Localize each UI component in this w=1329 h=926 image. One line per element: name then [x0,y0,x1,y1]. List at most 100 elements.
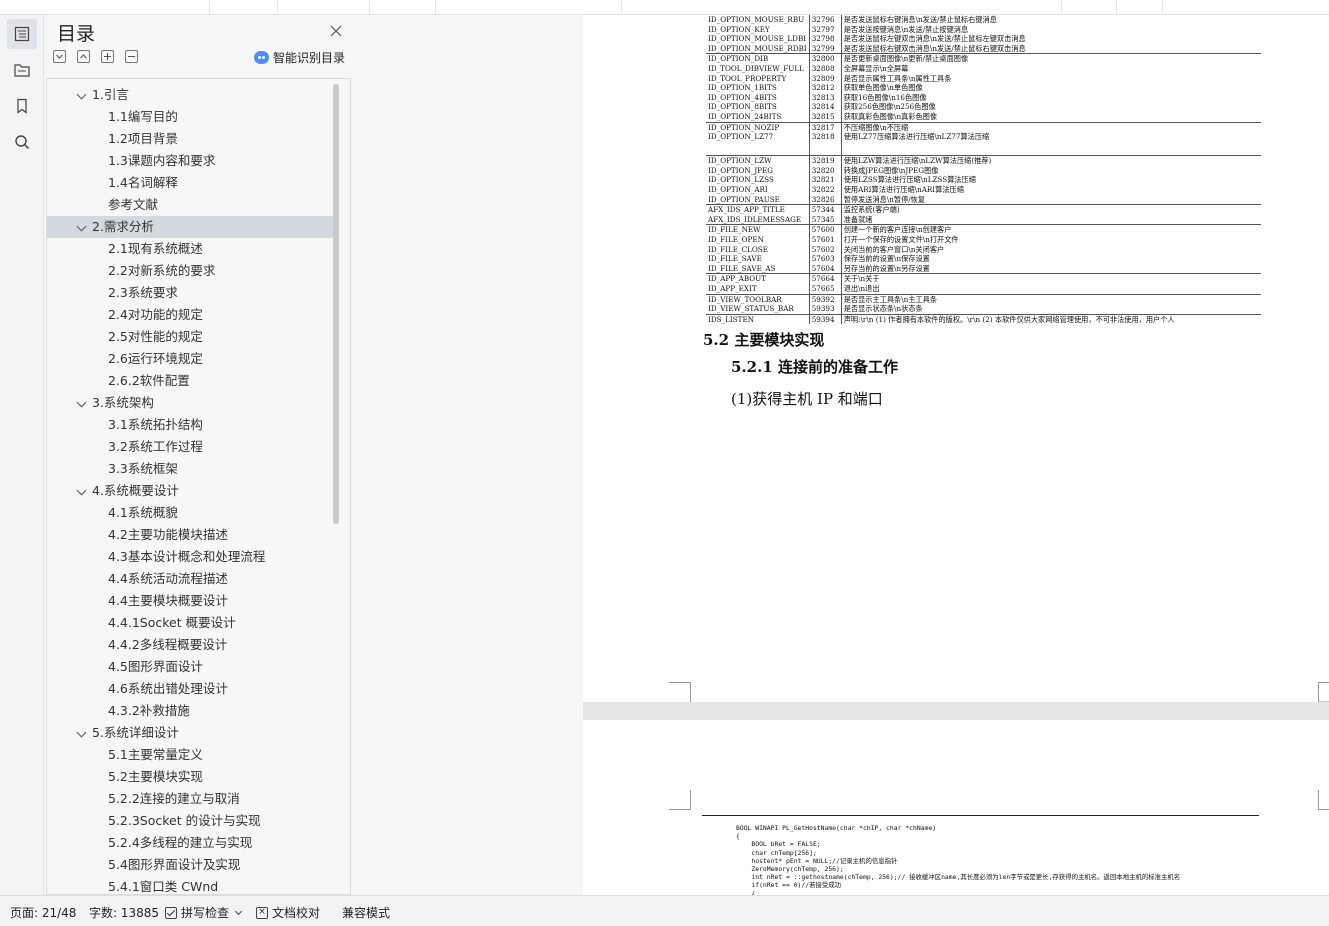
table-row: AFX_IDS_IDLEMESSAGE 57345 准备就绪 [706,214,1261,225]
toc-subheading-item[interactable]: 2.6.2软件配置 [47,370,337,392]
toc-view-button[interactable] [7,19,37,49]
toc-heading-item[interactable]: 3.系统架构 [47,392,337,414]
toc-heading-item[interactable]: 2.需求分析 [47,216,337,238]
toc-subheading-item[interactable]: 1.1编写目的 [47,106,337,128]
status-bar: 页面: 21/48 字数: 13885 拼写检查 × 文档校对 兼容模式 [0,895,1329,926]
toc-subheading-item[interactable]: 4.6系统出错处理设计 [47,678,337,700]
toc-item-label: 4.2主要功能模块描述 [108,527,228,542]
smart-toc-button[interactable]: 智能识别目录 [254,49,345,65]
toc-subheading-item[interactable]: 3.3系统框架 [47,458,337,480]
expand-all-button[interactable] [77,50,90,63]
crop-mark [1318,682,1329,702]
close-icon[interactable] [329,23,343,37]
table-cell: 57601 [809,234,842,245]
spell-check-button[interactable]: 拼写检查 [165,904,243,921]
toc-subheading-item[interactable]: 4.4.1Socket 概要设计 [47,612,337,634]
toc-heading-item[interactable]: 1.引言 [47,84,337,106]
document-page[interactable]: ID_OPTION_MOUSE_RBU 32796 是否发送鼠标右键消息\n发送/禁… [583,15,1329,702]
table-cell: 32798 [809,34,842,44]
toc-subheading-item[interactable]: 4.3.2补救措施 [47,700,337,722]
toc-subheading-item[interactable]: 参考文献 [47,194,337,216]
left-icon-rail [0,15,44,895]
code-line: { [736,832,740,841]
toc-subheading-item[interactable]: 1.3课题内容和要求 [47,150,337,172]
table-cell: 转换成JPEG图像\nJPEG图像 [843,165,939,175]
table-cell: ID_TOOL_DIBVIEW_FULL [706,63,810,74]
toc-subheading-item[interactable]: 2.4对功能的规定 [47,304,337,326]
table-row: ID_TOOL_PROPERTY 32809 是否显示属性工具条\n属性工具条 [706,73,1261,84]
toc-subheading-item[interactable]: 4.4系统活动流程描述 [47,568,337,590]
collapse-all-button[interactable] [53,50,66,63]
page-indicator[interactable]: 页面: 21/48 [10,904,76,921]
toc-subheading-item[interactable]: 2.3系统要求 [47,282,337,304]
table-cell: ID_OPTION_1BITS [706,83,810,93]
table-row: ID_VIEW_TOOLBAR 59392 是否显示主工具条\n主工具条 [706,293,1262,305]
table-cell: 32812 [809,83,842,93]
chevron-down-icon[interactable] [76,221,87,232]
toc-item-label: 2.6.2软件配置 [108,373,190,388]
toc-subheading-item[interactable]: 4.5图形界面设计 [47,656,337,678]
table-cell: 57664 [809,273,842,284]
toc-subheading-item[interactable]: 3.1系统拓扑结构 [47,414,337,436]
toc-subheading-item[interactable]: 4.4主要模块概要设计 [47,590,337,612]
toc-item-label: 4.系统概要设计 [92,483,179,498]
smart-toc-label: 智能识别目录 [273,50,346,65]
chevron-down-icon[interactable] [76,727,87,738]
toc-title: 目录 [57,23,96,45]
toc-subheading-item[interactable]: 3.2系统工作过程 [47,436,337,458]
navigation-pane-button[interactable] [7,55,37,85]
toc-item-label: 2.6运行环境规定 [108,351,203,366]
toc-subheading-item[interactable]: 5.2.2连接的建立与取消 [47,788,337,810]
toc-item-label: 2.1现有系统概述 [108,241,203,256]
table-row: ID_APP_ABOUT 57664 关于\n关于 [706,273,1262,284]
toc-subheading-item[interactable]: 2.5对性能的规定 [47,326,337,348]
toc-subheading-item[interactable]: 4.4.2多线程概要设计 [47,634,337,656]
toc-subheading-item[interactable]: 4.2主要功能模块描述 [47,524,337,546]
table-row: ID_OPTION_NOZIP 32817 不压缩图像\n不压缩 [706,121,1262,133]
toc-heading-item[interactable]: 4.系统概要设计 [47,480,337,502]
toc-item-label: 1.4名词解释 [108,175,178,190]
word-count[interactable]: 字数: 13885 [89,904,159,921]
chevron-down-icon[interactable] [76,485,87,496]
toc-subheading-item[interactable]: 5.4图形界面设计及实现 [47,854,337,876]
search-button[interactable] [7,127,37,157]
remove-heading-button[interactable] [125,50,138,63]
table-cell: 使用ARI算法进行压缩\nARI算法压缩 [843,185,964,194]
toc-subheading-item[interactable]: 1.4名词解释 [47,172,337,194]
bookmark-button[interactable] [7,91,37,121]
table-cell: 另存当前的设置\n另存设置 [843,263,930,273]
add-heading-button[interactable] [101,50,114,63]
chevron-down-icon[interactable] [76,397,87,408]
code-line: BOOL WINAPI PL_GetHostName(char *chIP, c… [736,824,937,832]
table-cell: 57603 [809,254,842,264]
toc-subheading-item[interactable]: 2.1现有系统概述 [47,238,337,260]
toc-subheading-item[interactable]: 5.2.3Socket 的设计与实现 [47,810,337,832]
toc-subheading-item[interactable]: 5.2主要模块实现 [47,766,337,788]
toc-subheading-item[interactable]: 5.2.4多线程的建立与实现 [47,832,337,854]
table-row: ID_OPTION_4BITS 32813 获取16色图像\n16色图像 [706,92,1261,103]
toc-item-label: 2.2对新系统的要求 [108,263,216,278]
toolbar-segment [278,0,370,14]
toc-subheading-item[interactable]: 1.2项目背景 [47,128,337,150]
toc-item-label: 4.4.2多线程概要设计 [108,637,228,652]
toc-subheading-item[interactable]: 2.6运行环境规定 [47,348,337,370]
table-cell: 是否发送按键消息\n发送/禁止按键消息 [843,24,969,34]
toc-scrollbar[interactable] [333,84,339,524]
toc-subheading-item[interactable]: 4.3基本设计概念和处理流程 [47,546,337,568]
table-cell: ID_FILE_OPEN [706,234,810,245]
proofread-button[interactable]: × 文档校对 [256,904,320,921]
table-row: AFX_IDS_APP_TITLE 57344 监控系统(客户端) [706,204,1262,215]
toc-subheading-item[interactable]: 2.2对新系统的要求 [47,260,337,282]
chevron-down-icon[interactable] [76,89,87,100]
toc-subheading-item[interactable]: 4.1系统概貌 [47,502,337,524]
document-page[interactable]: BOOL WINAPI PL_GetHostName(char *chIP, c… [583,720,1329,895]
toc-item-label: 4.3基本设计概念和处理流程 [108,549,266,564]
document-canvas[interactable]: ID_OPTION_MOUSE_RBU 32796 是否发送鼠标右键消息\n发送/禁… [583,15,1329,895]
toc-subheading-item[interactable]: 5.1主要常量定义 [47,744,337,766]
table-cell: 59394 [809,313,842,325]
toc-heading-item[interactable]: 5.系统详细设计 [47,722,337,744]
toc-item-label: 3.1系统拓扑结构 [108,417,203,432]
table-cell: 是否发送鼠标左键双击消息\n发送/禁止鼠标左键双击消息 [843,34,1026,44]
toc-subheading-item[interactable]: 5.4.1窗口类 CWnd [47,876,337,894]
toc-item-label: 参考文献 [108,197,159,212]
